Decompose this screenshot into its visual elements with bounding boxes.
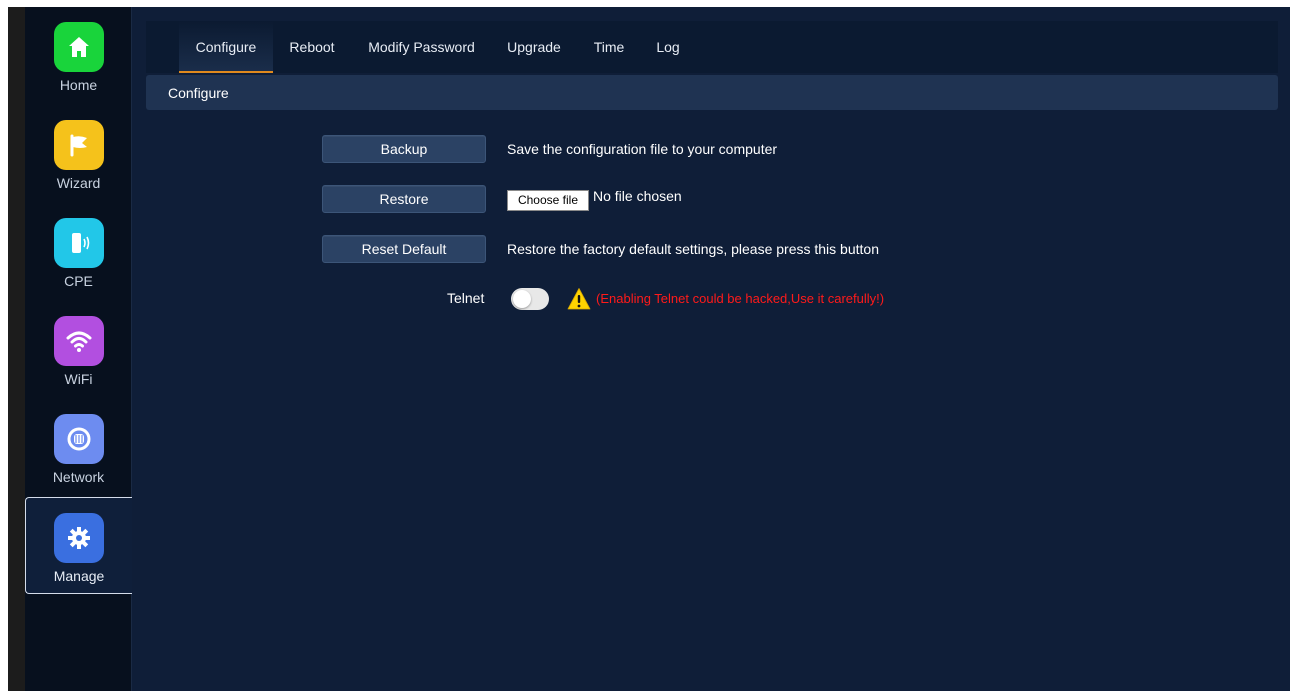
file-status: No file chosen	[593, 188, 682, 204]
sidebar-item-manage[interactable]: Manage	[25, 497, 132, 594]
sidebar-item-wifi[interactable]: WiFi	[25, 301, 132, 399]
tab-bar: Configure Reboot Modify Password Upgrade…	[146, 21, 1278, 73]
telnet-label: Telnet	[447, 290, 485, 306]
sidebar-item-label: Home	[59, 77, 98, 93]
tab-configure[interactable]: Configure	[179, 21, 273, 73]
home-icon	[53, 22, 104, 72]
telnet-toggle[interactable]	[511, 288, 549, 310]
backup-button[interactable]: Backup	[322, 135, 486, 163]
cpe-device-icon	[53, 218, 104, 268]
toggle-knob	[513, 290, 531, 308]
flag-icon	[53, 120, 104, 170]
reset-default-button[interactable]: Reset Default	[322, 235, 486, 263]
sidebar-item-label: WiFi	[64, 371, 93, 387]
tab-upgrade[interactable]: Upgrade	[504, 21, 564, 73]
sidebar-item-label: Wizard	[56, 175, 101, 191]
sidebar-item-network[interactable]: Network	[25, 399, 132, 497]
wifi-icon	[53, 316, 104, 366]
tab-log[interactable]: Log	[651, 21, 685, 73]
section-header: Configure	[146, 75, 1278, 110]
sidebar-strip	[8, 7, 25, 691]
sidebar-item-label: CPE	[64, 273, 93, 289]
network-icon	[53, 414, 104, 464]
gear-icon	[54, 513, 104, 563]
warning-icon	[567, 287, 591, 311]
telnet-warning: (Enabling Telnet could be hacked,Use it …	[596, 291, 885, 306]
sidebar-item-cpe[interactable]: CPE	[25, 203, 132, 301]
reset-description: Restore the factory default settings, pl…	[507, 241, 879, 257]
sidebar-item-label: Manage	[53, 568, 105, 584]
sidebar-item-label: Network	[52, 469, 105, 485]
sidebar-item-home[interactable]: Home	[25, 7, 132, 105]
choose-file-button[interactable]: Choose file	[507, 190, 589, 211]
backup-description: Save the configuration file to your comp…	[507, 141, 778, 157]
tab-time[interactable]: Time	[591, 21, 627, 73]
restore-button[interactable]: Restore	[322, 185, 486, 213]
window-edge	[0, 0, 8, 691]
section-title: Configure	[168, 85, 229, 101]
sidebar: Home Wizard CPE WiFi Network Manage	[8, 7, 132, 691]
sidebar-item-wizard[interactable]: Wizard	[25, 105, 132, 203]
tab-reboot[interactable]: Reboot	[287, 21, 337, 73]
main-panel: Configure Reboot Modify Password Upgrade…	[132, 7, 1290, 691]
tab-modify-password[interactable]: Modify Password	[364, 21, 479, 73]
